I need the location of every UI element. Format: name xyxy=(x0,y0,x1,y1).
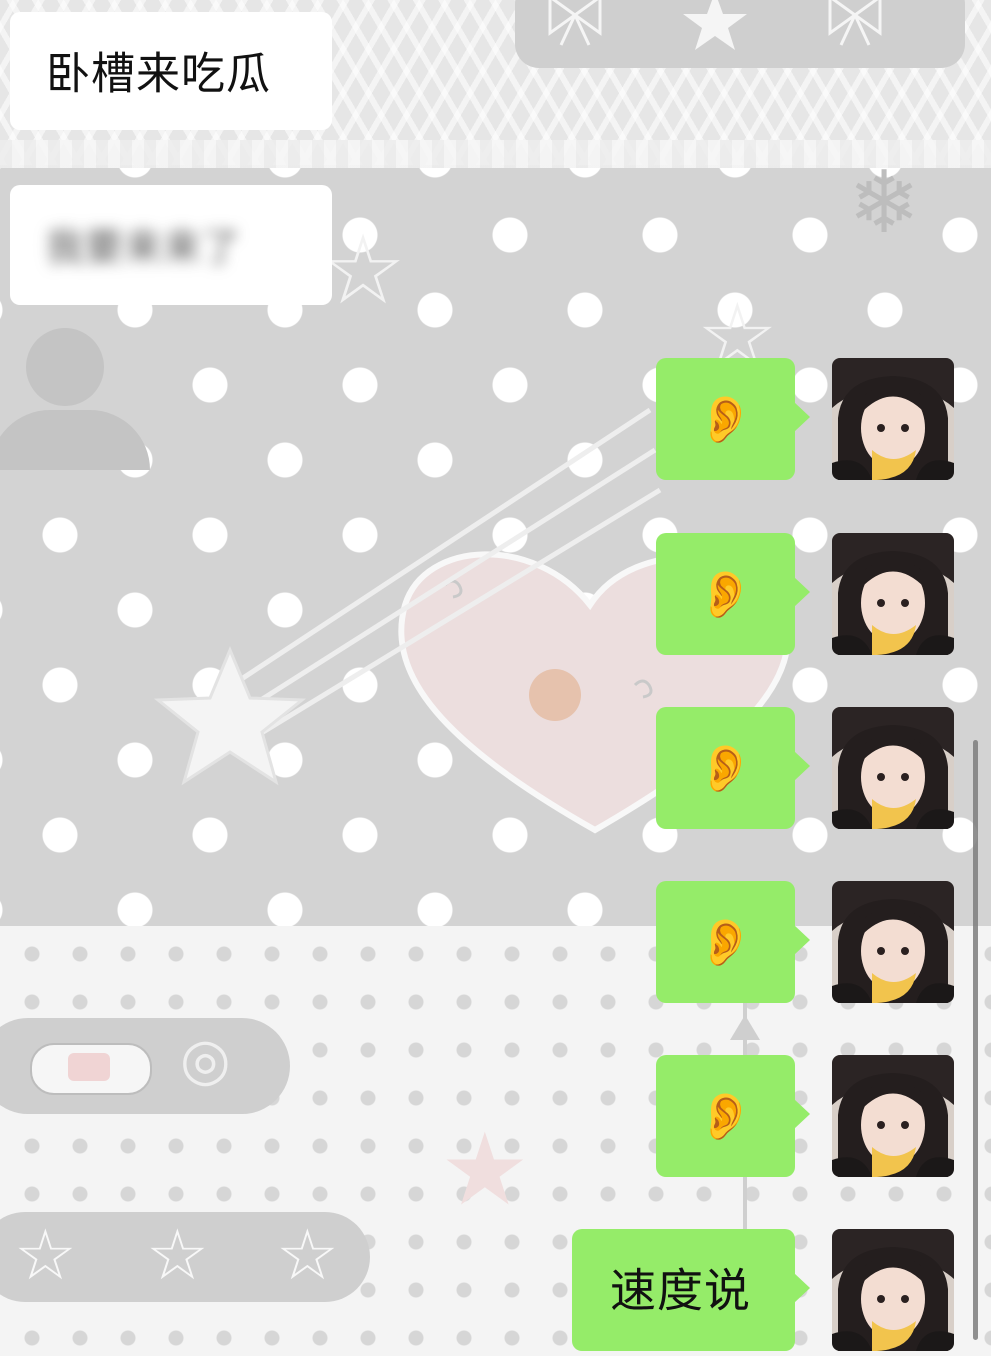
girl-photo-avatar-icon xyxy=(832,1055,954,1177)
outgoing-message-bubble[interactable]: 👂 xyxy=(656,358,810,480)
ear-emoji-icon: 👂 xyxy=(696,741,755,795)
outgoing-message-bubble[interactable]: 👂 xyxy=(656,881,810,1003)
ear-emoji-icon: 👂 xyxy=(696,392,755,446)
girl-photo-avatar-icon xyxy=(832,533,954,655)
girl-photo-avatar-icon xyxy=(832,707,954,829)
avatar[interactable] xyxy=(832,533,954,655)
outgoing-message-bubble[interactable]: 速度说 xyxy=(572,1229,810,1351)
girl-photo-avatar-icon xyxy=(832,358,954,480)
girl-photo-avatar-icon xyxy=(832,881,954,1003)
ear-emoji-icon: 👂 xyxy=(696,1089,755,1143)
incoming-message-bubble-blurred[interactable]: 我要来来了 xyxy=(10,185,332,305)
avatar[interactable] xyxy=(832,358,954,480)
avatar[interactable] xyxy=(832,1229,954,1351)
avatar[interactable] xyxy=(832,1055,954,1177)
outgoing-message-bubble[interactable]: 👂 xyxy=(656,533,810,655)
girl-photo-avatar-icon xyxy=(832,1229,954,1351)
outgoing-message-bubble[interactable]: 👂 xyxy=(656,707,810,829)
scrollbar[interactable] xyxy=(973,740,978,1340)
message-text: 速度说 xyxy=(610,1263,751,1318)
blurred-message-text: 我要来来了 xyxy=(46,225,242,270)
avatar[interactable] xyxy=(832,881,954,1003)
ear-emoji-icon: 👂 xyxy=(696,915,755,969)
ear-emoji-icon: 👂 xyxy=(696,567,755,621)
message-text: 卧槽来吃瓜 xyxy=(46,48,271,100)
outgoing-message-bubble[interactable]: 👂 xyxy=(656,1055,810,1177)
incoming-message-bubble[interactable]: 卧槽来吃瓜 xyxy=(10,12,332,130)
chat-message-list[interactable]: 卧槽来吃瓜 我要来来了 👂 👂 👂 👂 👂 速度说 xyxy=(0,0,991,1356)
avatar[interactable] xyxy=(832,707,954,829)
